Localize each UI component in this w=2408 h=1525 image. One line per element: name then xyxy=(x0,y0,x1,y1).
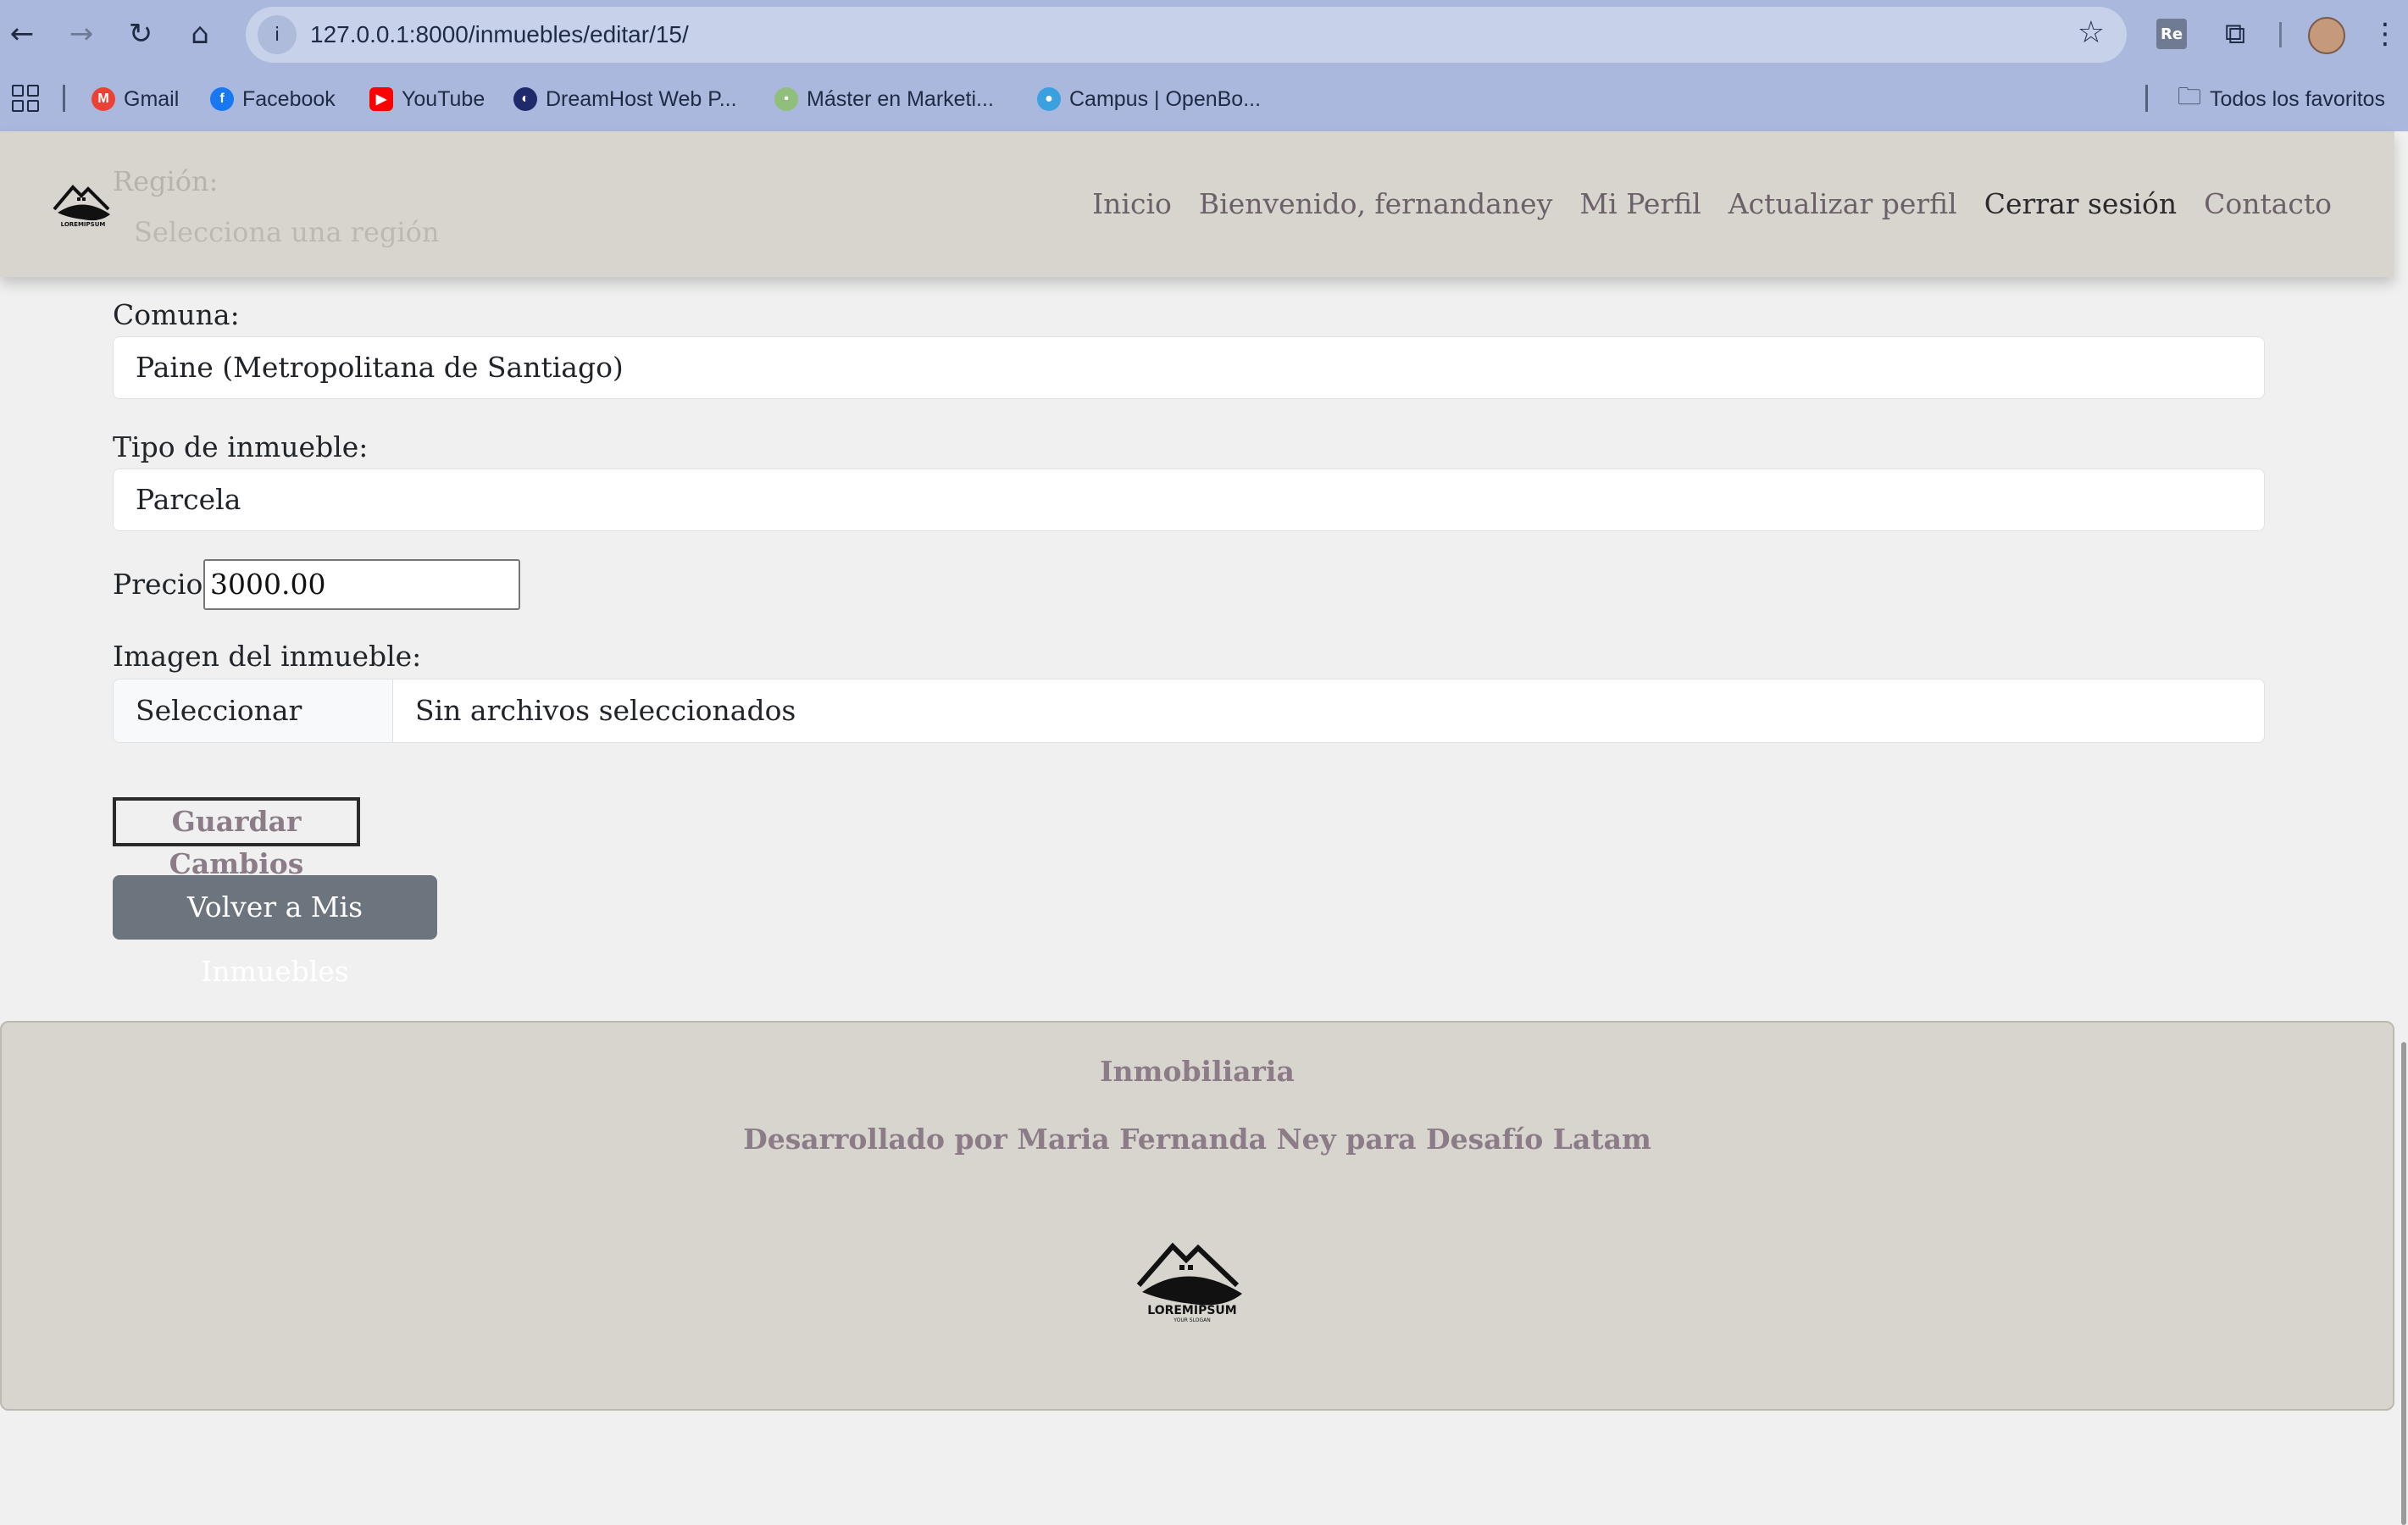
site-footer: Inmobiliaria Desarrollado por Maria Fern… xyxy=(0,1021,2394,1411)
region-select-behind: Selecciona una región xyxy=(134,216,440,248)
campus-icon: ● xyxy=(1037,87,1061,111)
folder-icon: 🗀 xyxy=(2178,83,2202,109)
bookmark-label: YouTube xyxy=(402,86,485,111)
bookmark-star-icon[interactable]: ☆ xyxy=(2078,15,2105,50)
nav-inicio[interactable]: Inicio xyxy=(1092,187,1172,220)
bookmarks-bar: M Gmail f Facebook ▶ YouTube ◐ DreamHost… xyxy=(0,68,2408,131)
back-to-my-properties-button[interactable]: Volver a Mis Inmuebles xyxy=(113,875,437,988)
comuna-select[interactable]: Paine (Metropolitana de Santiago) xyxy=(113,336,2265,399)
bookmark-label: Facebook xyxy=(242,86,336,111)
bookmark-facebook[interactable]: f Facebook xyxy=(210,85,336,114)
site-logo[interactable]: LOREMIPSUM xyxy=(49,175,117,228)
save-changes-button[interactable]: Guardar Cambios xyxy=(113,797,360,880)
bookmark-youtube[interactable]: ▶ YouTube xyxy=(369,85,485,114)
file-status-text: Sin archivos seleccionados xyxy=(415,694,796,727)
youtube-icon: ▶ xyxy=(369,87,393,111)
apps-grid-icon[interactable] xyxy=(12,85,39,112)
comuna-label: Comuna: xyxy=(113,298,240,331)
scrollbar-thumb[interactable] xyxy=(2401,1042,2406,1525)
bookmark-gmail[interactable]: M Gmail xyxy=(92,85,179,114)
toolbar-divider xyxy=(2279,22,2282,47)
gmail-icon: M xyxy=(92,87,115,111)
region-label-behind: Región: xyxy=(113,165,219,197)
master-icon: • xyxy=(774,87,798,111)
all-bookmarks-label: Todos los favoritos xyxy=(2210,86,2386,111)
precio-label: Precio: xyxy=(113,568,213,601)
bookmarks-divider xyxy=(2145,85,2148,112)
nav-contacto[interactable]: Contacto xyxy=(2204,187,2332,220)
bookmarks-divider xyxy=(63,85,65,112)
select-file-button[interactable]: Seleccionar archivo xyxy=(114,679,393,742)
site-info-icon[interactable]: i xyxy=(258,15,297,54)
footer-credits: Desarrollado por Maria Fernanda Ney para… xyxy=(743,1123,1651,1156)
bookmark-campus[interactable]: ● Campus | OpenBo... xyxy=(1037,85,1261,114)
home-icon[interactable]: ⌂ xyxy=(181,15,219,53)
imagen-label: Imagen del inmueble: xyxy=(113,640,422,673)
bookmark-master[interactable]: • Máster en Marketi... xyxy=(774,85,994,114)
nav-actualizar-perfil[interactable]: Actualizar perfil xyxy=(1728,187,1957,220)
extension-re-icon[interactable]: Re xyxy=(2156,19,2187,49)
url-text[interactable]: 127.0.0.1:8000/inmuebles/editar/15/ xyxy=(310,19,689,51)
bookmark-label: Gmail xyxy=(124,86,180,111)
back-arrow-icon[interactable]: ← xyxy=(3,15,41,53)
tipo-inmueble-label: Tipo de inmueble: xyxy=(113,430,369,463)
footer-logo-slogan: YOUR SLOGAN xyxy=(1173,1317,1210,1323)
page-scrollbar[interactable] xyxy=(2394,131,2408,1525)
extensions-puzzle-icon[interactable]: ⧉ xyxy=(2218,17,2252,51)
bookmark-label: Campus | OpenBo... xyxy=(1069,86,1262,111)
dreamhost-icon: ◐ xyxy=(513,87,537,111)
bookmark-dreamhost[interactable]: ◐ DreamHost Web P... xyxy=(513,85,737,114)
bookmark-label: DreamHost Web P... xyxy=(546,86,737,111)
reload-icon[interactable]: ↻ xyxy=(122,15,159,53)
nav-cerrar-sesion[interactable]: Cerrar sesión xyxy=(1984,187,2177,220)
address-bar[interactable]: i 127.0.0.1:8000/inmuebles/editar/15/ ☆ xyxy=(246,7,2127,63)
main-menu: Inicio Bienvenido, fernandaney Mi Perfil… xyxy=(1065,187,2332,220)
browser-menu-icon[interactable]: ⋮ xyxy=(2371,17,2400,51)
footer-title: Inmobiliaria xyxy=(1100,1055,1295,1088)
all-bookmarks-folder[interactable]: 🗀 Todos los favoritos xyxy=(2178,83,2386,114)
footer-logo: LOREMIPSUM YOUR SLOGAN xyxy=(1136,1242,1242,1323)
imagen-file-input[interactable]: Seleccionar archivo Sin archivos selecci… xyxy=(113,679,2265,743)
bookmark-label: Máster en Marketi... xyxy=(807,86,994,111)
profile-avatar[interactable] xyxy=(2308,17,2345,54)
nav-welcome[interactable]: Bienvenido, fernandaney xyxy=(1199,187,1552,220)
site-navbar: Región: Selecciona una región LOREMIPSUM… xyxy=(0,131,2394,277)
browser-toolbar: ← → ↻ ⌂ i 127.0.0.1:8000/inmuebles/edita… xyxy=(0,0,2408,131)
nav-mi-perfil[interactable]: Mi Perfil xyxy=(1579,187,1701,220)
browser-nav-row: ← → ↻ ⌂ i 127.0.0.1:8000/inmuebles/edita… xyxy=(0,0,2408,68)
logo-text: LOREMIPSUM xyxy=(61,221,106,228)
facebook-icon: f xyxy=(210,87,234,111)
precio-input[interactable]: 3000.00 xyxy=(203,559,520,610)
tipo-inmueble-select[interactable]: Parcela xyxy=(113,469,2265,531)
forward-arrow-icon[interactable]: → xyxy=(63,15,100,53)
footer-logo-text: LOREMIPSUM xyxy=(1147,1304,1236,1317)
